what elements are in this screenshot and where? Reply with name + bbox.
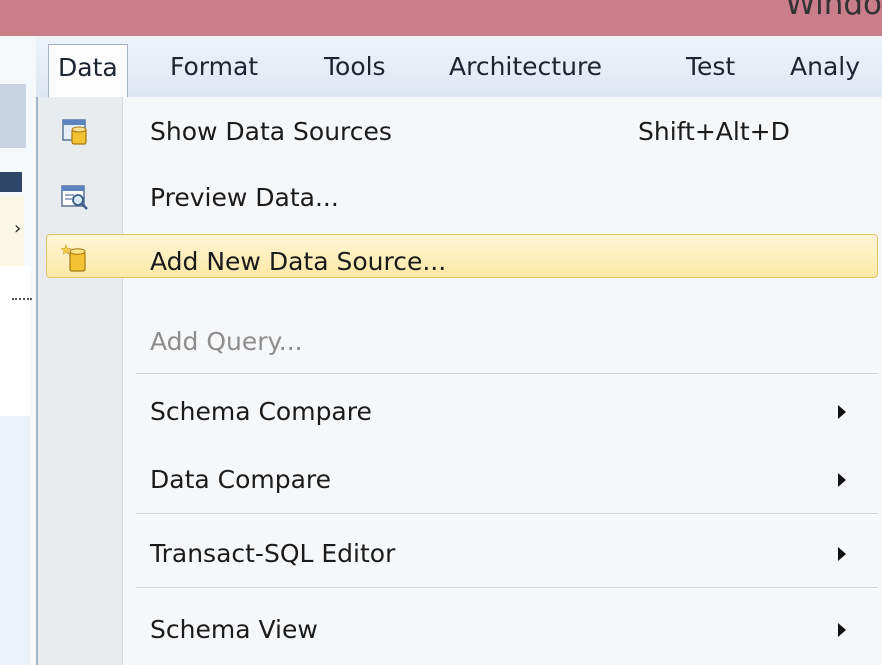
menu-item-label: Show Data Sources [150, 117, 392, 146]
menu-tools[interactable]: Tools [314, 44, 396, 90]
menu-item-label: Data Compare [150, 465, 332, 494]
menu-item-preview-data[interactable]: Preview Data... [38, 183, 882, 213]
menu-item-label: Schema Compare [150, 397, 372, 426]
menu-item-schema-view[interactable]: Schema View [38, 615, 882, 645]
menu-separator [136, 513, 878, 515]
data-menu-dropdown: Show Data Sources Shift+Alt+D Preview Da… [36, 97, 882, 665]
menu-item-label: Preview Data... [150, 183, 339, 212]
submenu-arrow-icon [838, 623, 846, 637]
submenu-arrow-icon [838, 547, 846, 561]
menu-item-label: Transact-SQL Editor [150, 539, 396, 568]
menu-item-label: Schema View [150, 615, 318, 644]
preview-data-icon [61, 185, 88, 210]
data-sources-icon [62, 119, 87, 145]
background-editor-strip: › [0, 36, 36, 665]
window-title-bar: Windo [0, 0, 882, 36]
menu-architecture[interactable]: Architecture [439, 44, 612, 90]
menu-item-show-data-sources[interactable]: Show Data Sources Shift+Alt+D [38, 117, 882, 147]
submenu-arrow-icon [838, 405, 846, 419]
editor-glyph: › [14, 218, 22, 239]
menu-bar: Data Format Tools Architecture Test Anal… [36, 36, 882, 99]
menu-format[interactable]: Format [160, 44, 268, 90]
menu-test[interactable]: Test [676, 44, 745, 90]
add-data-source-icon [60, 244, 86, 272]
dotted-divider [12, 298, 32, 300]
menu-item-label: Add New Data Source... [150, 247, 447, 276]
menu-item-schema-compare[interactable]: Schema Compare [38, 397, 882, 427]
menu-separator [136, 587, 878, 589]
menu-item-label: Add Query... [150, 327, 303, 356]
menu-item-add-query: Add Query... [38, 327, 882, 357]
menu-separator [136, 373, 878, 375]
menu-item-data-compare[interactable]: Data Compare [38, 465, 882, 495]
window-title: Windo [785, 0, 882, 22]
menu-item-add-new-data-source[interactable]: Add New Data Source... [38, 234, 882, 278]
menu-item-shortcut: Shift+Alt+D [638, 117, 790, 146]
menu-item-transact-sql-editor[interactable]: Transact-SQL Editor [38, 539, 882, 569]
menu-data[interactable]: Data [48, 44, 128, 98]
submenu-arrow-icon [838, 473, 846, 487]
menu-analyze[interactable]: Analy [780, 44, 870, 90]
